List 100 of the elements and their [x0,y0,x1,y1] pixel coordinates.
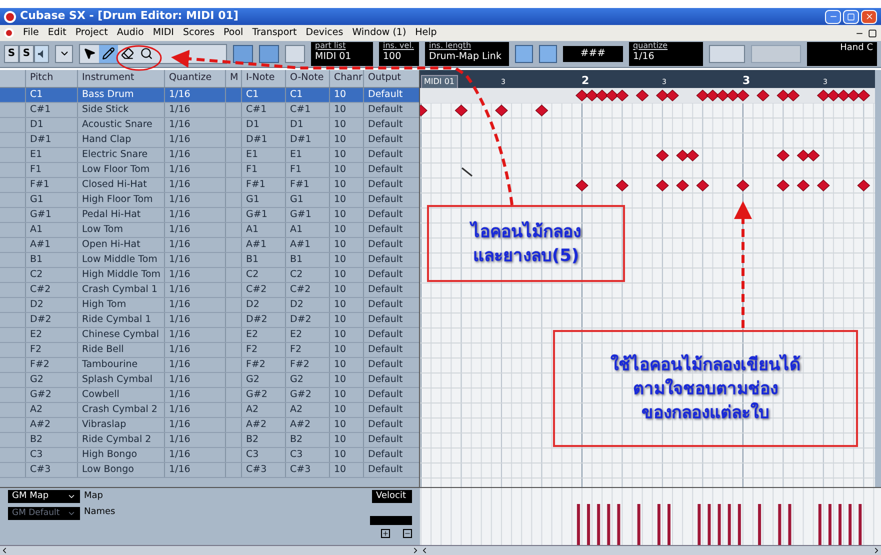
velocity-bar[interactable] [738,504,741,545]
show-info-icon[interactable] [55,44,73,63]
velocity-bar[interactable] [838,504,842,545]
velocity-bar[interactable] [858,504,862,545]
drum-note[interactable] [736,180,750,192]
solo-button[interactable]: S [19,44,34,63]
table-row[interactable]: C#2 Crash Cymbal 1 1/16 C#2 C#2 10 Default [0,282,419,298]
step-icon[interactable] [709,44,745,63]
table-row[interactable]: D#2 Ride Cymbal 1 1/16 D#2 D#2 10 Default [0,312,419,328]
table-row[interactable]: C#3 Low Bongo 1/16 C#3 C#3 10 Default [0,462,419,478]
toolbar-dropdown[interactable]: ins. vel. 100 [379,42,419,66]
velocity-bar[interactable] [828,504,832,545]
drum-note[interactable] [676,150,689,162]
velocity-bar[interactable] [848,504,852,545]
velocity-bar[interactable] [607,504,610,545]
horizontal-scrollbar[interactable] [420,546,881,555]
drum-note[interactable] [576,180,588,192]
scroll-left-icon[interactable] [0,546,9,555]
drum-note[interactable] [676,180,689,192]
table-row[interactable]: B2 Ride Cymbal 2 1/16 B2 B2 10 Default [0,432,419,448]
table-row[interactable]: E1 Electric Snare 1/16 E1 E1 10 Default [0,148,419,163]
table-row[interactable]: A#1 Open Hi-Hat 1/16 A#1 A#1 10 Default [0,238,419,253]
close-button[interactable] [861,10,877,24]
lane-dropdown[interactable]: Velocit [372,490,412,504]
edit-icon[interactable] [285,44,305,63]
table-row[interactable]: D2 High Tom 1/16 D2 D2 10 Default [0,298,419,313]
velocity-bar[interactable] [576,504,580,545]
table-row[interactable]: A1 Low Tom 1/16 A1 A1 10 Default [0,222,419,238]
restore-button[interactable] [843,10,859,24]
table-row[interactable]: E2 Chinese Cymbal 1/16 E2 E2 10 Default [0,328,419,343]
autoscroll-icon[interactable] [233,44,253,63]
column-header[interactable]: Quantize [164,70,225,87]
table-row[interactable]: C#1 Side Stick 1/16 C#1 C#1 10 Default [0,102,419,118]
hand-field[interactable]: Hand C [807,42,877,66]
table-row[interactable]: G#2 Cowbell 1/16 G#2 G#2 10 Default [0,388,419,403]
table-row[interactable]: F#2 Tambourine 1/16 F#2 F#2 10 Default [0,358,419,373]
table-row[interactable]: B1 Low Middle Tom 1/16 B1 B1 10 Default [0,252,419,268]
menu-item[interactable]: Pool [224,26,244,40]
collapse-icon[interactable] [403,528,412,538]
scroll-left-icon[interactable] [420,546,429,555]
table-row[interactable]: A#2 Vibraslap 1/16 A#2 A#2 10 Default [0,418,419,433]
menu-item[interactable]: MIDI [152,26,174,40]
column-header[interactable]: Chanr [329,70,363,87]
velocity-bar[interactable] [617,504,620,545]
drum-note[interactable] [796,150,810,162]
velocity-bar[interactable] [788,504,792,545]
menu-item[interactable]: Project [75,26,108,40]
velocity-bar[interactable] [597,504,600,545]
table-row[interactable]: F1 Low Floor Tom 1/16 F1 F1 10 Default [0,162,419,178]
drum-note[interactable] [776,150,790,162]
snap-icon[interactable] [515,44,533,63]
column-header[interactable]: Pitch [25,70,77,87]
velocity-bar[interactable] [728,504,731,545]
table-row[interactable]: D#1 Hand Clap 1/16 D#1 D#1 10 Default [0,132,419,148]
velocity-bar[interactable] [657,504,660,545]
column-header[interactable]: I-Note [241,70,285,87]
horizontal-scrollbar[interactable] [0,546,420,555]
drum-grid[interactable] [420,88,875,487]
column-header[interactable]: Output [363,70,413,87]
velocity-bar[interactable] [718,504,721,545]
drum-note[interactable] [796,180,810,192]
table-row[interactable]: F2 Ride Bell 1/16 F2 F2 10 Default [0,342,419,358]
toolbar-dropdown[interactable]: ins. length Drum-Map Link [425,42,509,66]
table-row[interactable]: G#1 Pedal Hi-Hat 1/16 G#1 G#1 10 Default [0,208,419,223]
drum-note[interactable] [816,180,830,192]
target-icon[interactable] [539,44,557,63]
velocity-bar[interactable] [778,504,782,545]
column-header[interactable]: Instrument [77,70,164,87]
table-row[interactable]: D1 Acoustic Snare 1/16 D1 D1 10 Default [0,118,419,133]
drum-note[interactable] [696,180,710,192]
drum-note[interactable] [616,180,629,192]
velocity-lane[interactable] [420,488,875,545]
restore-icon[interactable] [868,28,877,38]
scroll-right-icon[interactable] [872,546,881,555]
drum-note[interactable] [806,150,820,162]
table-row[interactable]: C3 High Bongo 1/16 C3 C3 10 Default [0,448,419,463]
tool-button[interactable] [99,44,118,63]
drum-note[interactable] [686,150,700,162]
toolbar-dropdown[interactable]: part list MIDI 01 [311,42,373,66]
column-header[interactable]: O-Note [285,70,329,87]
expand-icon[interactable] [381,528,390,538]
velocity-bar[interactable] [708,504,711,545]
scroll-right-icon[interactable] [411,546,420,555]
menu-item[interactable]: File [23,26,39,40]
speaker-icon[interactable] [34,44,49,63]
drum-note[interactable] [776,180,790,192]
menu-item[interactable]: Help [415,26,437,40]
menu-item[interactable]: Window (1) [352,26,406,40]
menu-item[interactable]: Transport [252,26,297,40]
table-row[interactable]: C1 Bass Drum 1/16 C1 C1 10 Default [0,88,419,103]
column-header[interactable]: M [225,70,241,87]
menu-item[interactable]: Scores [182,26,215,40]
toolbar-dropdown[interactable]: quantize 1/16 [629,42,703,66]
table-row[interactable]: G2 Splash Cymbal 1/16 G2 G2 10 Default [0,372,419,388]
table-row[interactable]: C2 High Middle Tom 1/16 C2 C2 10 Default [0,268,419,283]
velocity-bar[interactable] [698,504,701,545]
menu-item[interactable]: Edit [48,26,66,40]
solo-button[interactable]: S [4,44,19,63]
table-row[interactable]: A2 Crash Cymbal 2 1/16 A2 A2 10 Default [0,402,419,418]
table-row[interactable]: F#1 Closed Hi-Hat 1/16 F#1 F#1 10 Default [0,178,419,193]
